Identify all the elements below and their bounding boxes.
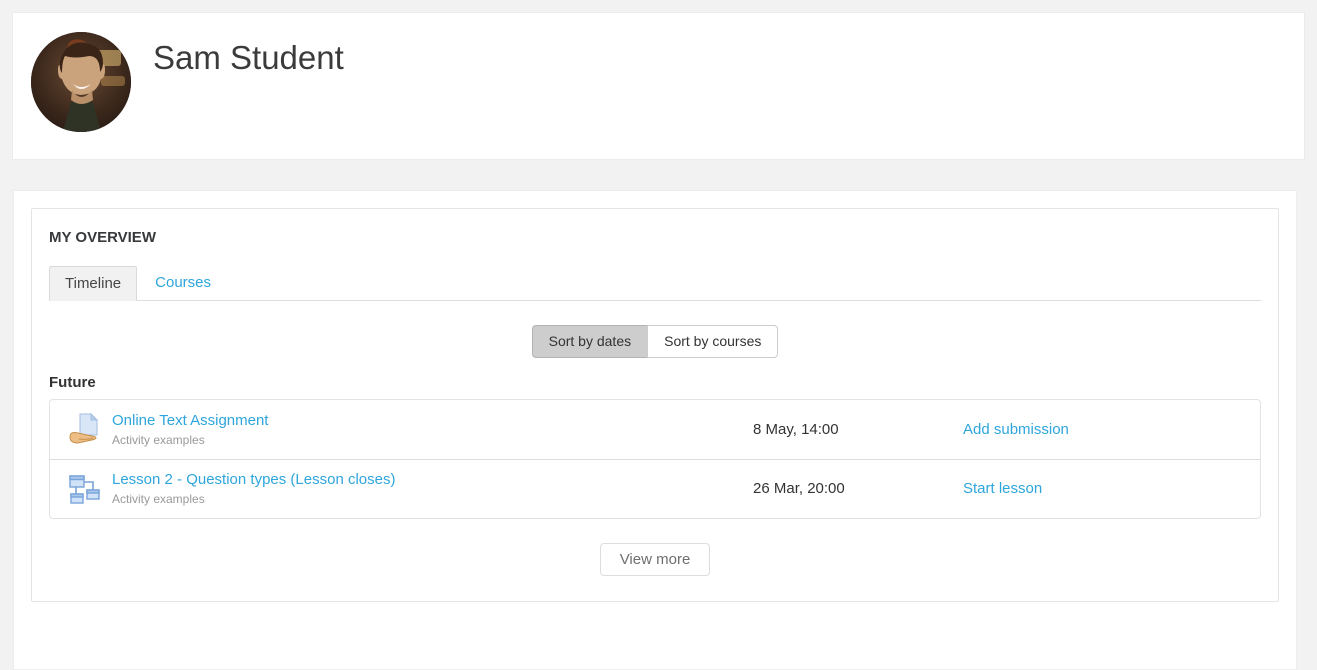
event-name-block: Online Text Assignment Activity examples <box>112 412 753 447</box>
view-more-button[interactable]: View more <box>600 543 711 576</box>
sort-controls: Sort by dates Sort by courses <box>49 325 1261 358</box>
profile-header-card: Sam Student <box>12 12 1305 160</box>
page-title: Sam Student <box>153 40 344 76</box>
lesson-icon <box>66 470 104 508</box>
event-course-name: Activity examples <box>112 433 753 447</box>
section-heading-future: Future <box>49 374 1261 391</box>
block-title: MY OVERVIEW <box>49 229 1261 246</box>
event-row-lesson: Lesson 2 - Question types (Lesson closes… <box>50 459 1260 518</box>
tab-courses[interactable]: Courses <box>137 266 226 301</box>
event-course-name: Activity examples <box>112 492 753 506</box>
event-row-assignment: Online Text Assignment Activity examples… <box>50 400 1260 459</box>
assignment-icon <box>66 410 104 448</box>
tab-courses-label: Courses <box>155 274 211 291</box>
event-date: 26 Mar, 20:00 <box>753 480 963 497</box>
sort-by-dates-button[interactable]: Sort by dates <box>532 325 648 358</box>
event-title-link[interactable]: Lesson 2 - Question types (Lesson closes… <box>112 471 753 490</box>
event-date: 8 May, 14:00 <box>753 421 963 438</box>
event-action-cell: Add submission <box>963 421 1244 438</box>
event-title-link[interactable]: Online Text Assignment <box>112 412 753 431</box>
view-more-row: View more <box>49 543 1261 576</box>
sort-button-group: Sort by dates Sort by courses <box>532 325 779 358</box>
overview-tabs: Timeline Courses <box>49 266 1261 301</box>
user-photo-icon <box>31 32 131 132</box>
timeline-event-list: Online Text Assignment Activity examples… <box>49 399 1261 519</box>
event-action-cell: Start lesson <box>963 480 1244 497</box>
main-region: MY OVERVIEW Timeline Courses Sort by dat… <box>13 190 1297 670</box>
tab-timeline-label: Timeline <box>65 275 121 292</box>
my-overview-block: MY OVERVIEW Timeline Courses Sort by dat… <box>31 208 1279 602</box>
tab-timeline[interactable]: Timeline <box>49 266 137 301</box>
start-lesson-link[interactable]: Start lesson <box>963 480 1042 497</box>
sort-by-courses-button[interactable]: Sort by courses <box>647 325 778 358</box>
add-submission-link[interactable]: Add submission <box>963 421 1069 438</box>
avatar <box>31 32 131 132</box>
event-name-block: Lesson 2 - Question types (Lesson closes… <box>112 471 753 506</box>
